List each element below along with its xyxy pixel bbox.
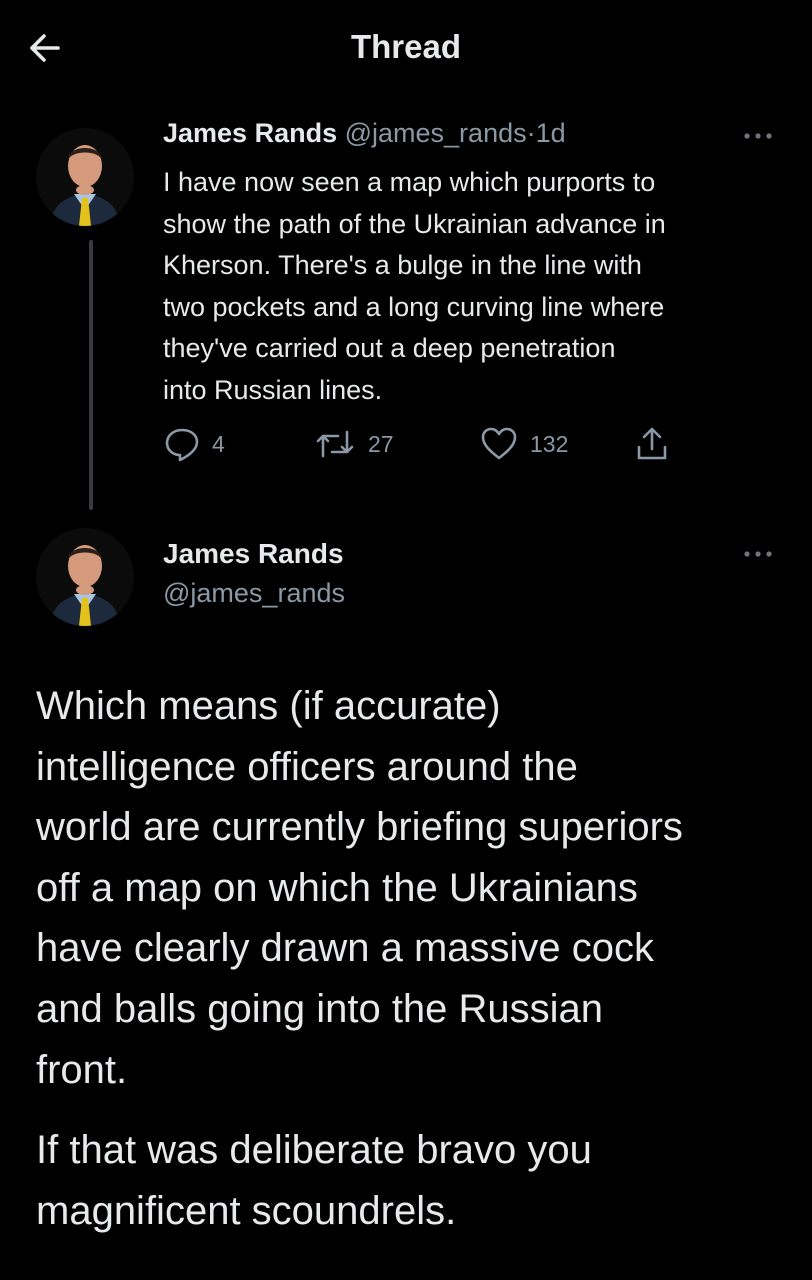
more-dots-icon: [744, 551, 772, 557]
reply-count: 4: [212, 430, 225, 457]
tweet-text-line: Kherson. There's a bulge in the line wit…: [163, 250, 642, 280]
tweet-text-line: magnificent scoundrels.: [36, 1188, 457, 1233]
separator-dot: ·: [526, 118, 536, 148]
tweet-text-line: off a map on which the Ukrainians: [36, 865, 638, 910]
tweet-text-line: intelligence officers around the: [36, 744, 578, 789]
share-button[interactable]: [634, 424, 670, 464]
avatar[interactable]: [36, 528, 134, 626]
tweet-text-line: they've carried out a deep penetration: [163, 333, 616, 363]
tweet-text-line: Which means (if accurate): [36, 684, 501, 728]
tweet-text-line: two pockets and a long curving line wher…: [163, 291, 665, 322]
like-button[interactable]: 132: [480, 424, 568, 464]
author-name[interactable]: James Rands: [163, 538, 344, 570]
avatar[interactable]: [36, 128, 134, 226]
tweet-time[interactable]: 1d: [536, 118, 566, 148]
tweet-text: I have now seen a map which purports to …: [163, 162, 783, 411]
page-title: Thread: [350, 28, 462, 65]
like-count: 132: [530, 430, 569, 457]
more-options-button[interactable]: [738, 544, 778, 564]
tweet-text-line: If that was deliberate bravo you: [36, 1128, 592, 1172]
tweet-text-line: I have now seen a map which purports to: [163, 167, 656, 197]
thread-connector-line: [89, 240, 93, 510]
tweet-text-line: front.: [36, 1047, 128, 1092]
profile-photo: [36, 528, 134, 626]
more-options-button[interactable]: [738, 126, 778, 146]
retweet-count: 27: [368, 430, 394, 457]
tweet-text-line: show the path of the Ukrainian advance i…: [163, 208, 666, 239]
tweet-text: If that was deliberate bravo you magnifi…: [36, 1120, 796, 1241]
share-icon: [637, 427, 667, 460]
author-handle[interactable]: @james_rands: [163, 578, 345, 609]
reply-button[interactable]: 4: [164, 424, 225, 464]
heart-icon: [481, 427, 517, 460]
tweet-text-line: world are currently briefing superiors: [36, 805, 683, 850]
tweet-text: Which means (if accurate) intelligence o…: [36, 676, 796, 1100]
reply-icon: [165, 428, 199, 462]
author-name[interactable]: James Rands: [163, 118, 337, 148]
profile-photo: [36, 128, 134, 226]
author-handle[interactable]: @james_rands: [345, 118, 527, 148]
tweet-text-line: have clearly drawn a massive cock: [36, 926, 655, 971]
tweet-header: James Rands @james_rands·1d: [163, 118, 566, 149]
retweet-button[interactable]: 27: [314, 424, 394, 464]
retweet-icon: [316, 430, 354, 458]
tweet-text-line: and balls going into the Russian: [36, 986, 604, 1031]
thread-header: Thread: [0, 0, 812, 96]
tweet-text-line: into Russian lines.: [163, 374, 383, 405]
more-dots-icon: [744, 133, 772, 139]
